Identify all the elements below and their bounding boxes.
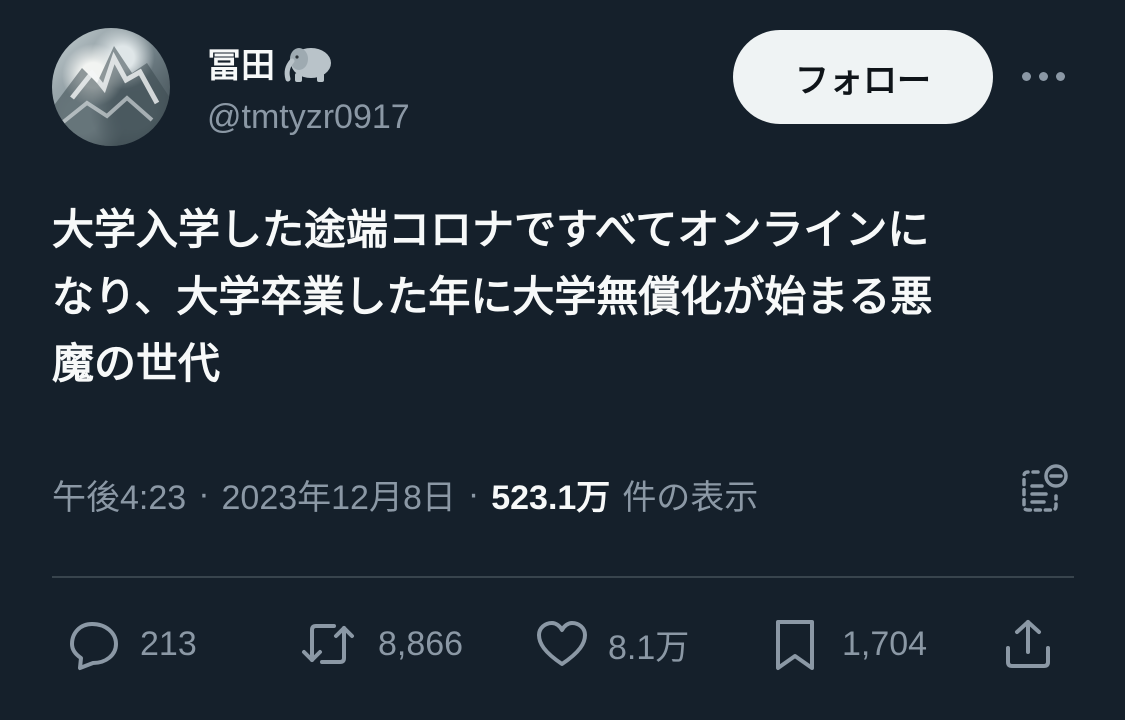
- view-count-suffix: 件の表示: [622, 479, 759, 517]
- elephant-icon: [284, 47, 331, 82]
- bookmark-icon: [776, 620, 814, 670]
- dot: [1039, 71, 1048, 81]
- follow-button[interactable]: フォロー: [733, 30, 993, 124]
- meta-separator: ·: [467, 475, 480, 513]
- bookmark-button[interactable]: 1,704: [768, 616, 927, 672]
- meta-separator: ·: [198, 475, 210, 513]
- name-row: 冨田: [207, 38, 337, 87]
- user-handle[interactable]: @tmtyzr0917: [207, 98, 410, 137]
- divider: [52, 576, 1074, 578]
- like-count: 8.1万: [608, 628, 690, 667]
- retweet-icon: [302, 624, 354, 664]
- reply-count: 213: [140, 624, 197, 663]
- dot: [1022, 71, 1031, 81]
- tweet-text: 大学入学した途端コロナですべてオンラインに なり、大学卒業した年に大学無償化が始…: [52, 206, 933, 387]
- avatar-image: [52, 46, 170, 146]
- view-count: 523.1万: [491, 479, 611, 517]
- more-options-icon[interactable]: [1022, 66, 1068, 86]
- share-button[interactable]: [1000, 616, 1074, 672]
- bookmark-count: 1,704: [842, 624, 928, 663]
- analytics-icon[interactable]: [1016, 460, 1072, 516]
- retweet-count: 8,866: [378, 624, 464, 663]
- share-icon: [1006, 620, 1050, 668]
- dot: [1056, 71, 1065, 81]
- heart-icon: [537, 621, 587, 666]
- tweet-meta: 午後4:23 · 2023年12月8日 · 523.1万 件の表示: [52, 470, 758, 519]
- reply-icon: [70, 622, 118, 670]
- avatar[interactable]: [52, 28, 170, 146]
- retweet-button[interactable]: 8,866: [296, 616, 463, 672]
- tweet-time[interactable]: 午後4:23: [52, 470, 186, 519]
- tweet-date[interactable]: 2023年12月8日: [222, 470, 456, 519]
- reply-button[interactable]: 213: [66, 616, 197, 672]
- like-button[interactable]: 8.1万: [534, 616, 689, 672]
- display-name[interactable]: 冨田: [207, 38, 275, 87]
